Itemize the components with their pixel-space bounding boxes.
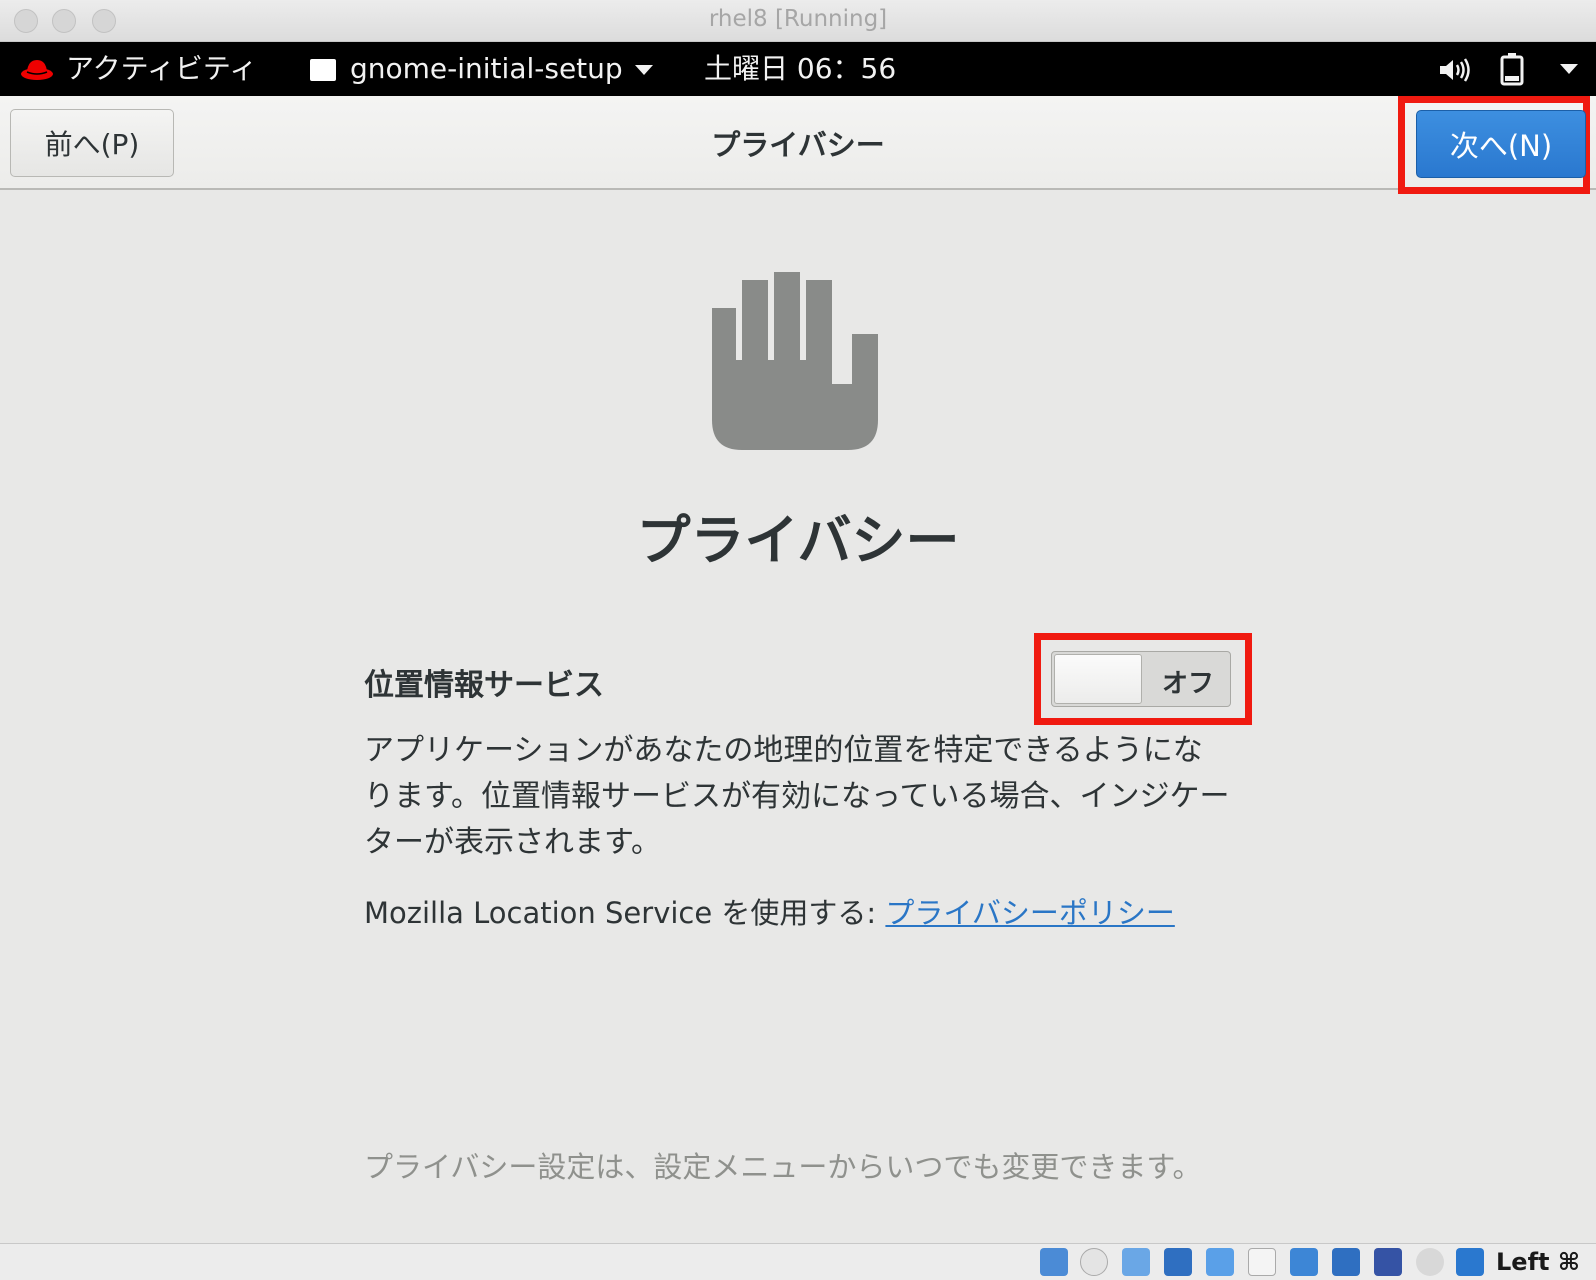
gnome-top-bar: アクティビティ gnome-initial-setup 土曜日 06：56 <box>0 42 1596 96</box>
footer-note: プライバシー設定は、設定メニューからいつでも変更できます。 <box>364 1150 1202 1184</box>
description-line: アプリケーションがあなたの地理的位置を特定できるようにな <box>364 733 1203 768</box>
next-button[interactable]: 次へ(N) <box>1416 110 1586 178</box>
app-menu-label: gnome-initial-setup <box>350 52 623 85</box>
activities-button[interactable]: アクティビティ <box>66 52 257 86</box>
app-icon <box>310 59 336 81</box>
app-menu[interactable]: gnome-initial-setup <box>310 52 653 86</box>
switch-state-label: オフ <box>1162 669 1215 699</box>
policy-row: Mozilla Location Service を使用する: プライバシーポリ… <box>364 890 1175 932</box>
virtualization-icon[interactable] <box>1374 1248 1402 1276</box>
switch-knob[interactable] <box>1054 654 1142 704</box>
network-icon[interactable] <box>1164 1248 1192 1276</box>
optical-drive-icon[interactable] <box>1080 1248 1108 1276</box>
window-titlebar: rhel8 [Running] <box>0 0 1596 42</box>
header-bar: 前へ(P) プライバシー <box>0 96 1596 190</box>
video-capture-icon[interactable] <box>1332 1248 1360 1276</box>
vm-status-bar: Left ⌘ <box>0 1243 1596 1280</box>
chevron-down-icon <box>634 65 653 75</box>
host-key-label: Left ⌘ <box>1496 1248 1581 1276</box>
policy-prefix: Mozilla Location Service を使用する: <box>364 896 886 930</box>
privacy-policy-link[interactable]: プライバシーポリシー <box>885 896 1174 930</box>
mouse-integration-icon[interactable] <box>1416 1248 1444 1276</box>
volume-icon[interactable] <box>1438 56 1472 84</box>
hard-disk-icon[interactable] <box>1040 1248 1068 1276</box>
clock[interactable]: 土曜日 06：56 <box>704 52 896 86</box>
window-title: rhel8 [Running] <box>708 6 888 32</box>
battery-icon[interactable] <box>1500 52 1524 86</box>
keyboard-capture-icon[interactable] <box>1456 1248 1484 1276</box>
location-services-switch[interactable]: オフ <box>1051 651 1231 707</box>
description-line: ターが表示されます。 <box>364 825 661 860</box>
location-services-description: アプリケーションがあなたの地理的位置を特定できるようにな ります。位置情報サービ… <box>364 728 1244 866</box>
page-title: プライバシー <box>636 509 960 572</box>
system-menu-chevron-icon[interactable] <box>1560 64 1578 74</box>
location-services-label: 位置情報サービス <box>364 668 604 703</box>
display-icon[interactable] <box>1290 1248 1318 1276</box>
usb-icon[interactable] <box>1206 1248 1234 1276</box>
shared-folders-icon[interactable] <box>1248 1248 1276 1276</box>
audio-icon[interactable] <box>1122 1248 1150 1276</box>
description-line: ります。位置情報サービスが有効になっている場合、インジケー <box>364 779 1230 814</box>
header-title: プライバシー <box>711 128 885 162</box>
redhat-logo-icon <box>21 60 53 80</box>
privacy-hand-icon <box>712 272 878 450</box>
